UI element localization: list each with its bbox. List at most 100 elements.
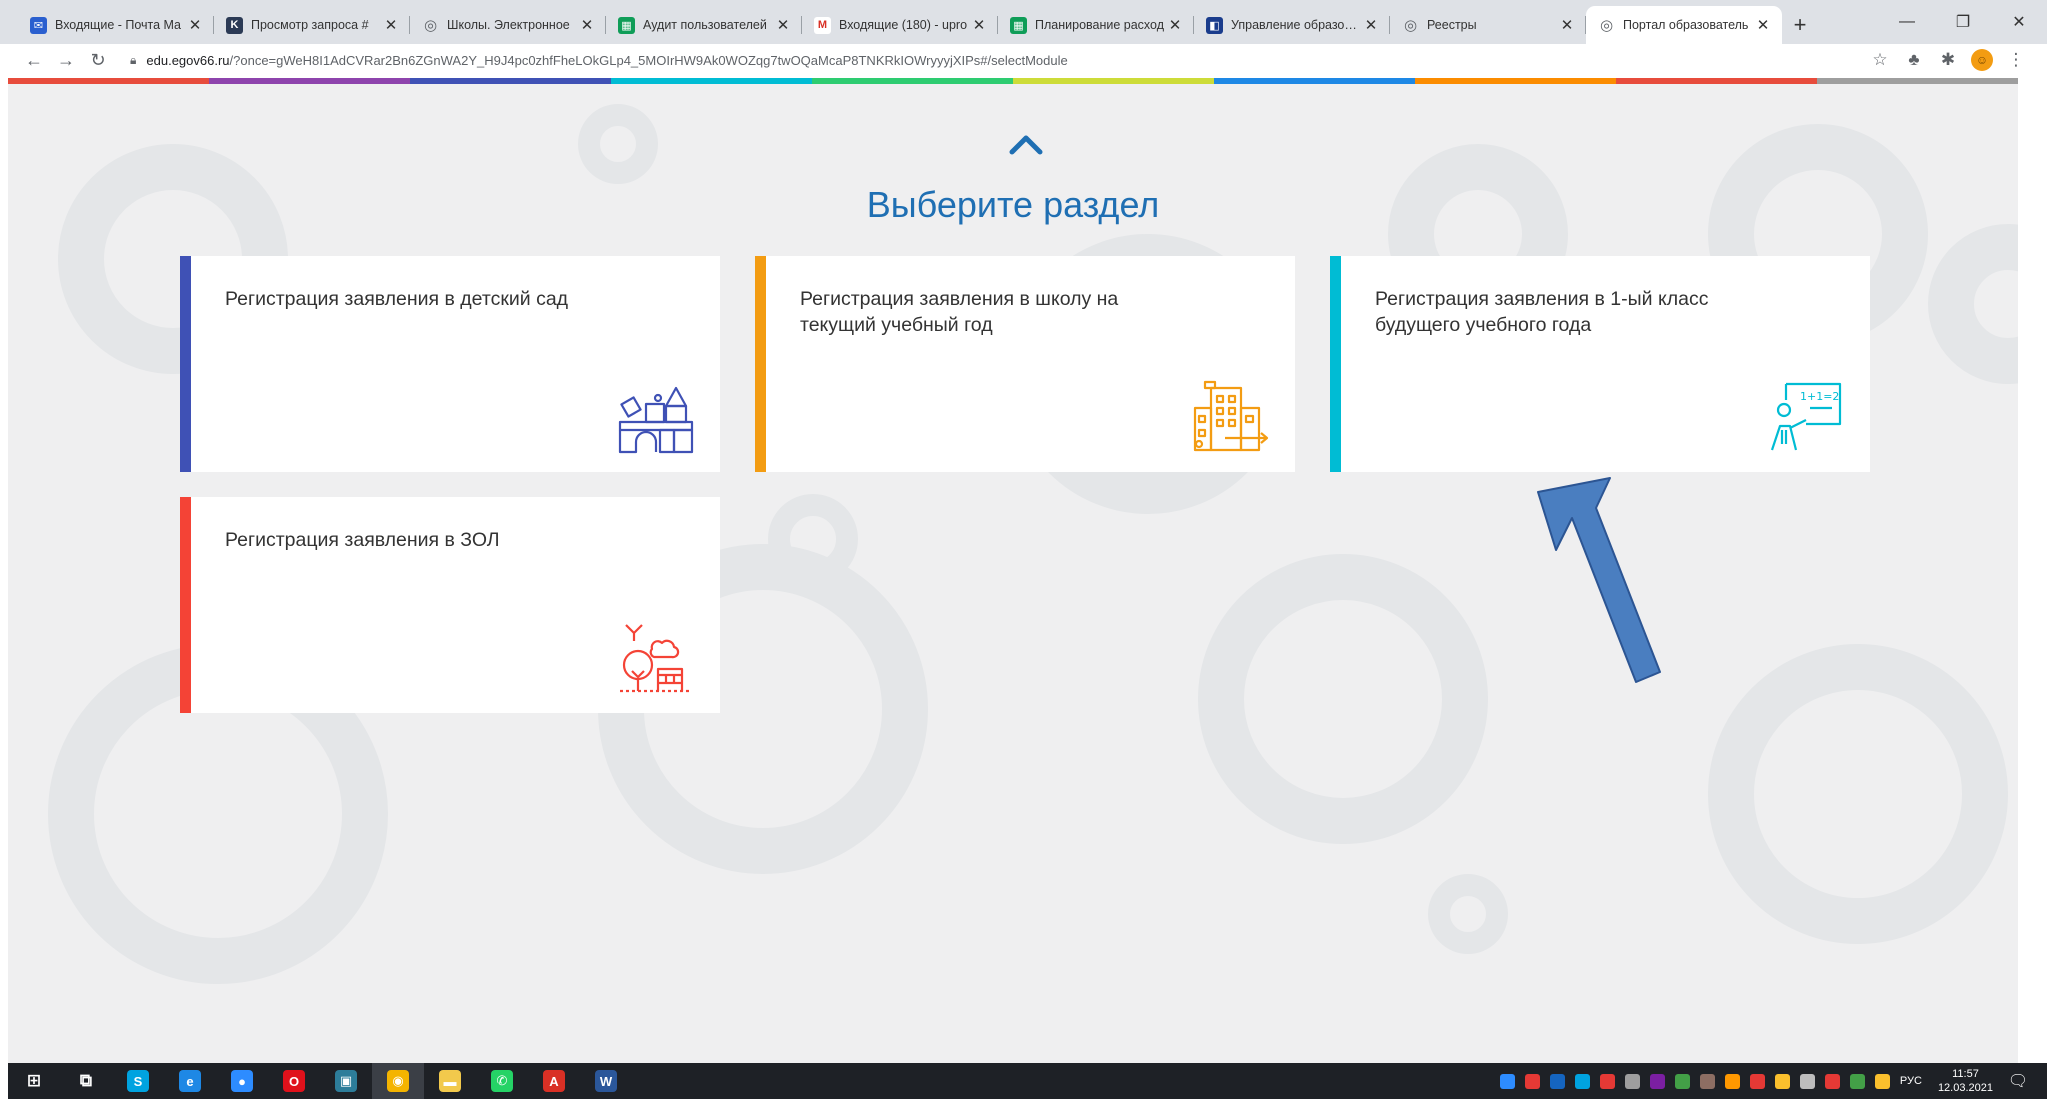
module-card-summer-camp[interactable]: Регистрация заявления в ЗОЛ bbox=[180, 497, 720, 713]
clock-time: 11:57 bbox=[1952, 1068, 1979, 1080]
tray-app-icon[interactable] bbox=[1724, 1073, 1740, 1089]
system-tray: РУС 11:57 12.03.2021 🗨︎ bbox=[1499, 1063, 2047, 1099]
card-title: Регистрация заявления в ЗОЛ bbox=[225, 529, 500, 551]
tray-app-icon[interactable] bbox=[1699, 1073, 1715, 1089]
taskbar-app[interactable]: ⊞ bbox=[8, 1063, 60, 1099]
taskbar-app[interactable]: ● bbox=[216, 1063, 268, 1099]
tray-app-icon[interactable] bbox=[1824, 1073, 1840, 1089]
gmail-icon: M bbox=[814, 16, 831, 34]
url-path: /?once=gWeH8I1AdCVRar2Bn6ZGnWA2Y_H9J4pc0… bbox=[229, 52, 1068, 68]
whatsapp-icon: ✆ bbox=[491, 1070, 513, 1092]
tab-title: Портал образователь bbox=[1623, 18, 1749, 32]
minimize-button[interactable]: — bbox=[1879, 0, 1935, 44]
tray-app-icon[interactable] bbox=[1849, 1073, 1865, 1089]
globe-icon: ◎ bbox=[1599, 17, 1614, 34]
tab-close-icon[interactable]: ✕ bbox=[1558, 16, 1576, 34]
tray-app-icon[interactable] bbox=[1574, 1073, 1590, 1089]
tray-app-icon[interactable] bbox=[1799, 1073, 1815, 1089]
tray-app-icon[interactable] bbox=[1774, 1073, 1790, 1089]
background-gear-decoration bbox=[1928, 224, 2018, 384]
new-tab-button[interactable]: + bbox=[1782, 6, 1818, 44]
tab-close-icon[interactable]: ✕ bbox=[1166, 16, 1184, 34]
tray-app-icon[interactable] bbox=[1749, 1073, 1765, 1089]
taskbar-app[interactable]: W bbox=[580, 1063, 632, 1099]
address-bar[interactable]: edu.egov66.ru/?once=gWeH8I1AdCVRar2Bn6ZG… bbox=[146, 53, 1869, 68]
close-window-button[interactable]: ✕ bbox=[1991, 0, 2047, 44]
tray-app-icon[interactable] bbox=[1674, 1073, 1690, 1089]
taskbar-app[interactable]: ⧉ bbox=[60, 1063, 112, 1099]
browser-tab[interactable]: ✉ Входящие - Почта Ma ✕ bbox=[18, 6, 214, 44]
taskbar-app[interactable]: A bbox=[528, 1063, 580, 1099]
globe-icon: ◎ bbox=[423, 17, 438, 34]
screen: ✉ Входящие - Почта Ma ✕ K Просмотр запроса #… bbox=[0, 0, 2047, 1099]
tray-app-icon[interactable] bbox=[1599, 1073, 1615, 1089]
tab-close-icon[interactable]: ✕ bbox=[1754, 16, 1772, 34]
tab-close-icon[interactable]: ✕ bbox=[186, 16, 204, 34]
sheets-icon: ▦ bbox=[1010, 16, 1027, 34]
card-title: Регистрация заявления в детский сад bbox=[225, 288, 569, 310]
tab-title: Просмотр запроса # bbox=[251, 18, 369, 32]
module-card-kindergarten[interactable]: Регистрация заявления в детский сад bbox=[180, 256, 720, 472]
start-icon: ⊞ bbox=[26, 1071, 42, 1090]
tray-app-icon[interactable] bbox=[1524, 1073, 1540, 1089]
toolbar-actions: ☆ ♣ ✱ ☺ ⋮ bbox=[1869, 49, 2047, 71]
card-title: Регистрация заявления в 1-ый класс будущ… bbox=[1375, 288, 1709, 336]
tray-app-icon[interactable] bbox=[1499, 1073, 1515, 1089]
menu-kebab-icon[interactable]: ⋮ bbox=[2005, 49, 2027, 71]
taskbar-app[interactable]: ▣ bbox=[320, 1063, 372, 1099]
skype-icon: S bbox=[127, 1070, 149, 1092]
k-icon: K bbox=[226, 16, 243, 34]
taskbar-app[interactable]: e bbox=[164, 1063, 216, 1099]
tab-close-icon[interactable]: ✕ bbox=[1362, 16, 1380, 34]
notification-center-icon[interactable]: 🗨︎ bbox=[2003, 1066, 2033, 1096]
tray-app-icon[interactable] bbox=[1624, 1073, 1640, 1089]
background-gear-decoration bbox=[578, 104, 658, 184]
browser-tab[interactable]: ◎ Реестры ✕ bbox=[1390, 6, 1586, 44]
tab-close-icon[interactable]: ✕ bbox=[970, 16, 988, 34]
tray-app-icon[interactable] bbox=[1549, 1073, 1565, 1089]
explorer-icon: ▬ bbox=[439, 1070, 461, 1092]
browser-tab[interactable]: K Просмотр запроса # ✕ bbox=[214, 6, 410, 44]
chevron-up-icon[interactable] bbox=[1006, 126, 1046, 166]
browser-tab[interactable]: ▦ Аудит пользователей ✕ bbox=[606, 6, 802, 44]
lock-icon[interactable]: 🔒︎ bbox=[130, 53, 136, 68]
forward-button[interactable]: → bbox=[50, 50, 82, 71]
word-icon: W bbox=[595, 1070, 617, 1092]
acrobat-icon: A bbox=[543, 1070, 565, 1092]
browser-tab[interactable]: ◧ Управление образован ✕ bbox=[1194, 6, 1390, 44]
back-button[interactable]: ← bbox=[18, 50, 50, 71]
extensions-puzzle-icon[interactable]: ✱ bbox=[1937, 49, 1959, 71]
taskbar-app[interactable]: O bbox=[268, 1063, 320, 1099]
board-text: 1+1=2 bbox=[1800, 390, 1839, 403]
extension-icon[interactable]: ♣ bbox=[1903, 49, 1925, 71]
browser-tab[interactable]: ◎ Портал образователь ✕ bbox=[1586, 6, 1782, 44]
tab-close-icon[interactable]: ✕ bbox=[578, 16, 596, 34]
taskbar-app[interactable]: S bbox=[112, 1063, 164, 1099]
tab-close-icon[interactable]: ✕ bbox=[382, 16, 400, 34]
background-gear-decoration bbox=[768, 494, 858, 584]
profile-avatar-icon[interactable]: ☺ bbox=[1971, 49, 1993, 71]
browser-tab[interactable]: M Входящие (180) - upro ✕ bbox=[802, 6, 998, 44]
clock[interactable]: 11:57 12.03.2021 bbox=[1938, 1067, 1993, 1095]
taskbar-app[interactable]: ◉ bbox=[372, 1063, 424, 1099]
tray-app-icon[interactable] bbox=[1874, 1073, 1890, 1089]
module-card-school-current-year[interactable]: Регистрация заявления в школу на текущий… bbox=[755, 256, 1295, 472]
maximize-button[interactable]: ❐ bbox=[1935, 0, 1991, 44]
language-indicator[interactable]: РУС bbox=[1900, 1075, 1922, 1087]
tab-title: Управление образован bbox=[1231, 18, 1362, 32]
tab-title: Планирование расход bbox=[1035, 18, 1165, 32]
edge-icon: e bbox=[179, 1070, 201, 1092]
school-building-icon bbox=[1193, 380, 1269, 452]
taskbar-app[interactable]: ▬ bbox=[424, 1063, 476, 1099]
browser-tab[interactable]: ◎ Школы. Электронное ✕ bbox=[410, 6, 606, 44]
taskbar-app[interactable]: ✆ bbox=[476, 1063, 528, 1099]
bookmark-star-icon[interactable]: ☆ bbox=[1869, 49, 1891, 71]
reload-button[interactable]: ↻ bbox=[82, 50, 114, 71]
teacher-board-icon: 1+1=2 bbox=[1770, 382, 1842, 451]
module-card-first-grade-next-year[interactable]: Регистрация заявления в 1-ый класс будущ… bbox=[1330, 256, 1870, 472]
background-gear-decoration bbox=[1708, 644, 2008, 944]
chrome-icon: ◉ bbox=[387, 1070, 409, 1092]
tab-close-icon[interactable]: ✕ bbox=[774, 16, 792, 34]
browser-tab[interactable]: ▦ Планирование расход ✕ bbox=[998, 6, 1194, 44]
tray-app-icon[interactable] bbox=[1649, 1073, 1665, 1089]
